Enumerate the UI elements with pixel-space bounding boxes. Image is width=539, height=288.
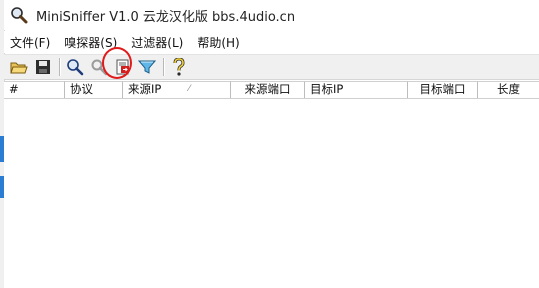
save-button[interactable] [32,56,54,78]
toolbar [4,54,539,80]
open-button[interactable] [8,56,30,78]
window-title: MiniSniffer V1.0 云龙汉化版 bbs.4udio.cn [36,9,296,25]
open-folder-icon [10,62,28,74]
packet-table-body[interactable] [4,99,539,288]
filter-button[interactable] [136,56,158,78]
column-header-protocol[interactable]: 协议 [65,81,123,98]
menu-file[interactable]: 文件(F) [4,34,57,51]
save-disk-icon [36,60,50,74]
search-icon [67,59,84,76]
sort-arrow-icon: ⁄ [188,84,190,94]
packet-table-header: # 协议 来源IP ⁄ 来源端口 目标IP 目标端口 长度 [4,81,539,99]
toolbar-separator [59,58,61,76]
help-icon [173,58,185,76]
export-icon [116,59,129,75]
column-header-source-port[interactable]: 来源端口 [231,81,305,98]
tools-icon [91,59,108,76]
toolbar-separator [163,58,165,76]
app-window: MiniSniffer V1.0 云龙汉化版 bbs.4udio.cn 文件(F… [0,0,539,288]
column-header-dest-ip[interactable]: 目标IP [305,81,408,98]
title-bar[interactable]: MiniSniffer V1.0 云龙汉化版 bbs.4udio.cn [4,0,539,30]
column-header-source-ip-label: 来源IP [128,82,162,96]
column-header-length[interactable]: 长度 [478,81,539,98]
column-header-number[interactable]: # [4,81,65,98]
search-button[interactable] [64,56,86,78]
filter-icon [138,60,156,74]
magnifier-app-icon [11,7,28,24]
tools-button[interactable] [88,56,110,78]
help-button[interactable] [168,56,190,78]
column-header-source-ip[interactable]: 来源IP ⁄ [123,81,231,98]
menu-filter[interactable]: 过滤器(L) [124,34,190,51]
export-button[interactable] [112,56,134,78]
menu-bar: 文件(F) 嗅探器(S) 过滤器(L) 帮助(H) [4,31,539,53]
menu-sniffer[interactable]: 嗅探器(S) [57,34,124,51]
menu-help[interactable]: 帮助(H) [190,34,246,51]
column-header-dest-port[interactable]: 目标端口 [408,81,478,98]
